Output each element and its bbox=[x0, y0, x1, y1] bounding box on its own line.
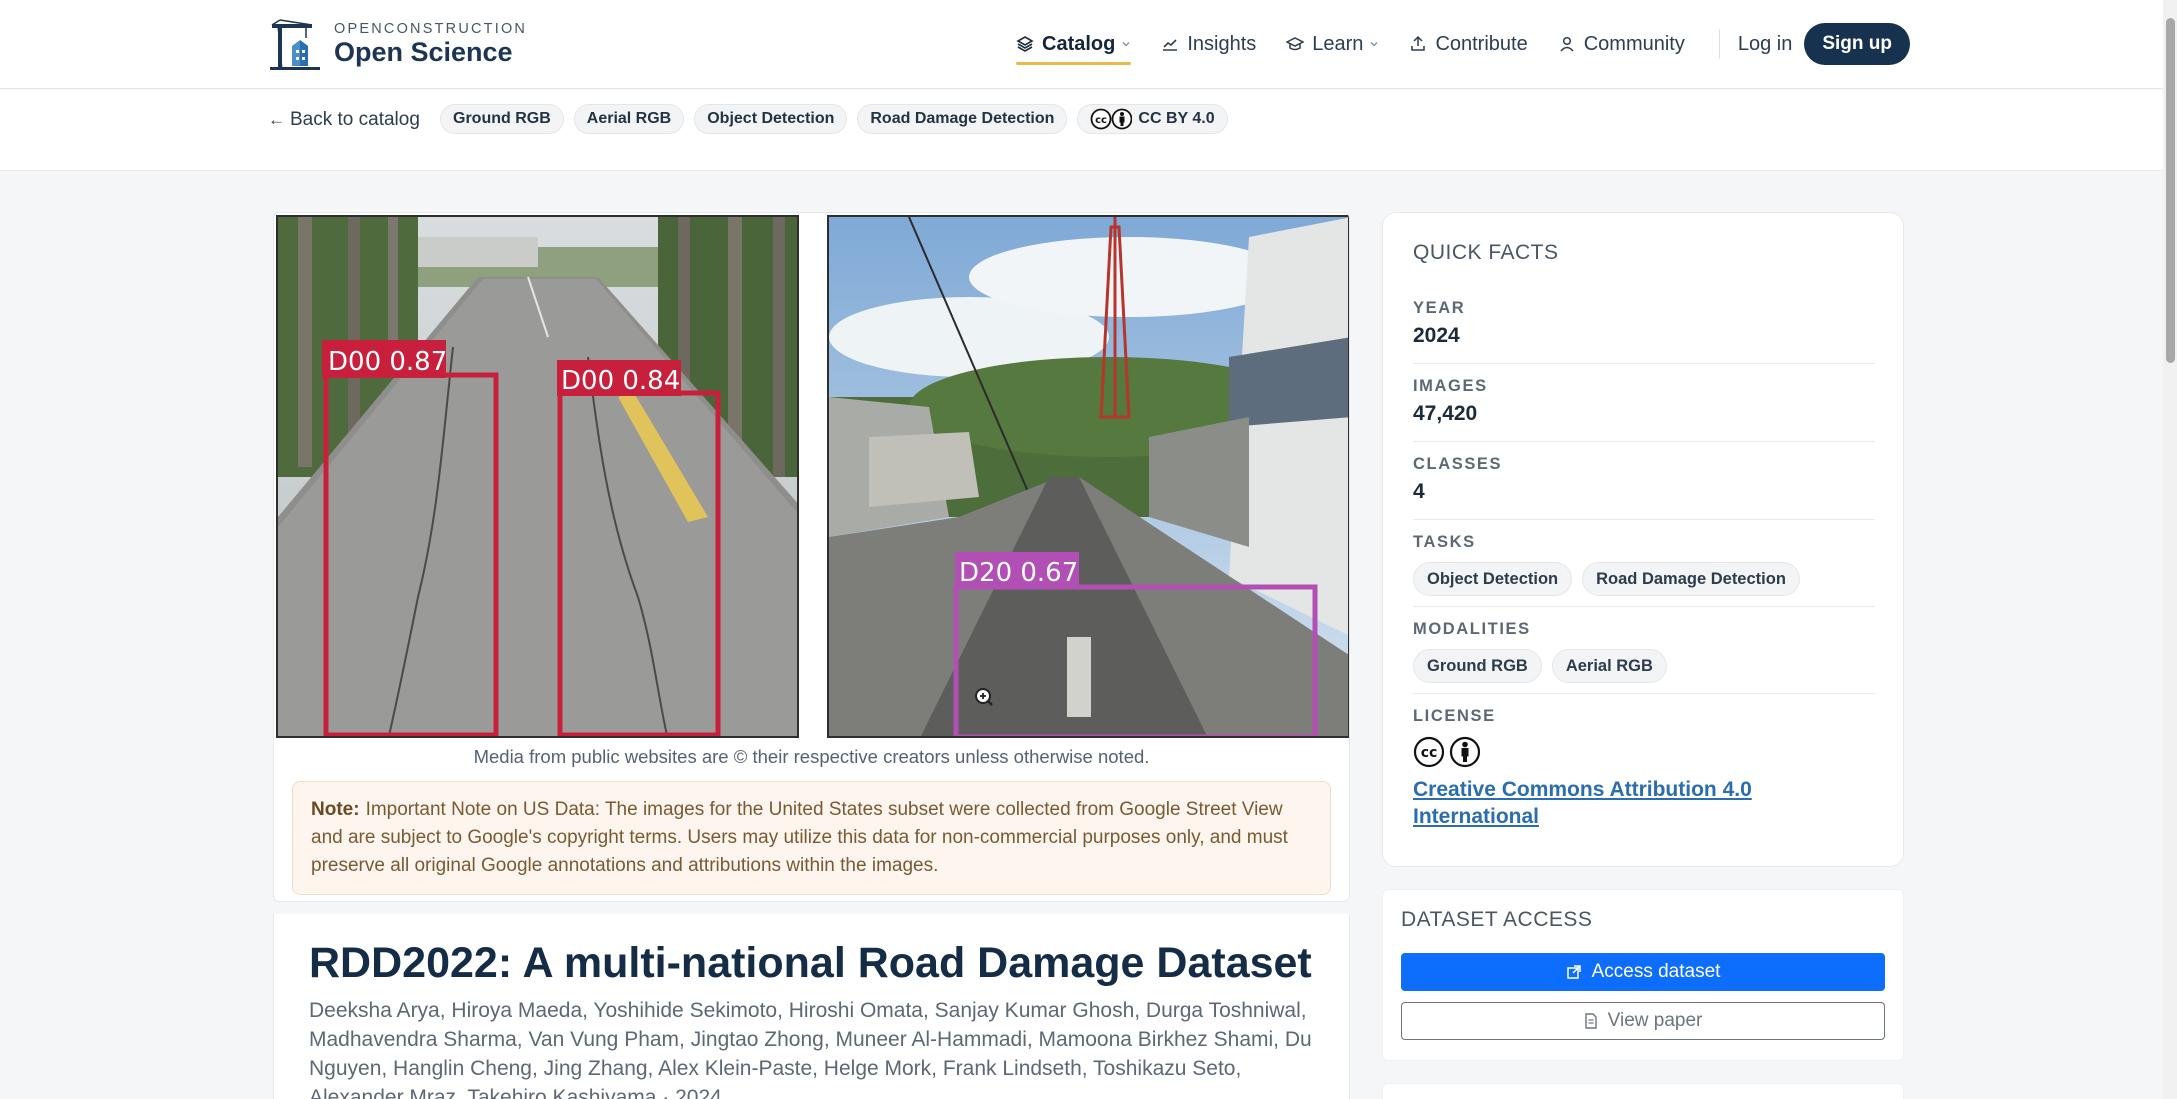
nav-insights-label: Insights bbox=[1187, 32, 1257, 55]
divider bbox=[1413, 519, 1875, 520]
dataset-authors: Deeksha Arya, Hiroya Maeda, Yoshihide Se… bbox=[309, 999, 1312, 1099]
cc-icon: cc bbox=[1090, 108, 1133, 130]
login-link[interactable]: Log in bbox=[1738, 33, 1793, 56]
view-paper-label: View paper bbox=[1607, 1010, 1703, 1031]
nav-insights[interactable]: Insights bbox=[1161, 26, 1256, 62]
divider bbox=[1413, 441, 1875, 442]
modality-chip[interactable]: Ground RGB bbox=[1413, 649, 1542, 683]
external-link-icon bbox=[1566, 964, 1582, 980]
nav-learn[interactable]: Learn bbox=[1286, 26, 1379, 62]
document-icon bbox=[1584, 1013, 1598, 1029]
divider bbox=[1413, 606, 1875, 607]
nav-community-label: Community bbox=[1583, 32, 1685, 55]
fact-label: YEAR bbox=[1413, 299, 1466, 317]
fact-label: TASKS bbox=[1413, 533, 1476, 551]
sample-image-1[interactable]: D00 0.87 D00 0.84 bbox=[276, 215, 799, 738]
fact-images: IMAGES 47,420 bbox=[1413, 377, 1875, 426]
dataset-tags: Ground RGB Aerial RGB Object Detection R… bbox=[440, 104, 1238, 134]
fact-value: 4 bbox=[1413, 480, 1425, 503]
sample-image-2[interactable]: D20 0.67 bbox=[827, 215, 1349, 738]
quick-facts-heading: QUICK FACTS bbox=[1413, 241, 1559, 264]
detection-label: D00 0.87 bbox=[328, 347, 447, 377]
cc-by-icon: cc bbox=[1413, 736, 1875, 768]
dataset-title: RDD2022: A multi-national Road Damage Da… bbox=[309, 939, 1312, 987]
access-dataset-label: Access dataset bbox=[1591, 961, 1721, 982]
upload-icon bbox=[1409, 35, 1427, 53]
brand-title: Open Science bbox=[334, 37, 513, 67]
top-navbar: OPENCONSTRUCTION Open Science Catalog In… bbox=[0, 0, 2177, 89]
fact-value: 47,420 bbox=[1413, 402, 1478, 425]
crane-logo-icon bbox=[270, 19, 320, 70]
nav-learn-label: Learn bbox=[1312, 32, 1364, 55]
signup-button[interactable]: Sign up bbox=[1804, 23, 1911, 65]
modality-chip[interactable]: Aerial RGB bbox=[1551, 649, 1667, 683]
scrollbar-thumb[interactable] bbox=[2166, 18, 2175, 363]
quick-facts-card: QUICK FACTS YEAR 2024 IMAGES 47,420 CLAS… bbox=[1382, 212, 1904, 867]
tag-chip[interactable]: Ground RGB bbox=[440, 104, 564, 134]
back-to-catalog-link[interactable]: ← Back to catalog bbox=[268, 109, 420, 131]
detection-label: D20 0.67 bbox=[959, 558, 1078, 588]
view-paper-button[interactable]: View paper bbox=[1401, 1002, 1885, 1040]
divider bbox=[1413, 693, 1875, 694]
fact-classes: CLASSES 4 bbox=[1413, 455, 1875, 504]
divider bbox=[1413, 363, 1875, 364]
nav-catalog-label: Catalog bbox=[1042, 32, 1116, 55]
graduation-cap-icon bbox=[1286, 35, 1305, 53]
fact-label: IMAGES bbox=[1413, 377, 1488, 395]
tag-chip[interactable]: Aerial RGB bbox=[573, 104, 685, 134]
fact-value: 2024 bbox=[1413, 324, 1460, 347]
arrow-left-icon: ← bbox=[268, 110, 285, 129]
note-label: Note: bbox=[311, 799, 360, 820]
svg-text:cc: cc bbox=[1095, 115, 1107, 126]
media-card: D00 0.87 D00 0.84 D20 0.67 Media from pu… bbox=[273, 212, 1350, 902]
nav-divider bbox=[1718, 29, 1720, 59]
tag-chip[interactable]: Road Damage Detection bbox=[857, 104, 1068, 134]
brand-logo-link[interactable]: OPENCONSTRUCTION Open Science bbox=[270, 16, 527, 72]
nav-community[interactable]: Community bbox=[1558, 26, 1685, 62]
layers-icon bbox=[1016, 35, 1034, 53]
note-text: Important Note on US Data: The images fo… bbox=[311, 799, 1288, 876]
fact-tasks: TASKS Object Detection Road Damage Detec… bbox=[1413, 533, 1875, 596]
nav-contribute[interactable]: Contribute bbox=[1409, 26, 1528, 62]
main-nav: Catalog Insights Learn Contribute Commun… bbox=[1016, 23, 1911, 65]
fact-label: MODALITIES bbox=[1413, 620, 1531, 638]
user-icon bbox=[1558, 35, 1576, 53]
fact-label: CLASSES bbox=[1413, 455, 1503, 473]
task-chip[interactable]: Object Detection bbox=[1413, 562, 1573, 596]
chart-icon bbox=[1161, 35, 1179, 53]
breadcrumb-bar: ← Back to catalog Ground RGB Aerial RGB … bbox=[0, 90, 2177, 171]
brand-subtitle: OPENCONSTRUCTION bbox=[334, 21, 528, 37]
fact-label: LICENSE bbox=[1413, 707, 1496, 725]
task-chip[interactable]: Road Damage Detection bbox=[1582, 562, 1800, 596]
chevron-down-icon bbox=[1369, 39, 1379, 49]
fact-license: LICENSE cc Creative Commons Attribution … bbox=[1413, 707, 1875, 830]
dataset-header: RDD2022: A multi-national Road Damage Da… bbox=[273, 914, 1350, 1099]
fact-year: YEAR 2024 bbox=[1413, 299, 1875, 348]
license-link[interactable]: Creative Commons Attribution 4.0 Interna… bbox=[1413, 776, 1875, 830]
chevron-down-icon bbox=[1121, 39, 1131, 49]
access-dataset-button[interactable]: Access dataset bbox=[1401, 953, 1885, 991]
detection-label: D00 0.84 bbox=[561, 366, 680, 396]
svg-text:cc: cc bbox=[1421, 745, 1438, 761]
media-caption: Media from public websites are © their r… bbox=[473, 746, 1150, 767]
dataset-access-heading: DATASET ACCESS bbox=[1401, 908, 1593, 931]
back-label: Back to catalog bbox=[290, 109, 420, 130]
dataset-access-card: DATASET ACCESS Access dataset View paper bbox=[1382, 889, 1904, 1061]
license-chip[interactable]: cc CC BY 4.0 bbox=[1077, 104, 1228, 134]
us-data-note: Note: Important Note on US Data: The imag… bbox=[292, 781, 1331, 895]
nav-catalog[interactable]: Catalog bbox=[1016, 26, 1132, 65]
nav-contribute-label: Contribute bbox=[1435, 32, 1528, 55]
tag-chip[interactable]: Object Detection bbox=[694, 104, 848, 134]
next-sidebar-card bbox=[1382, 1083, 1904, 1099]
fact-modalities: MODALITIES Ground RGB Aerial RGB bbox=[1413, 620, 1875, 683]
license-chip-label: CC BY 4.0 bbox=[1138, 110, 1215, 127]
